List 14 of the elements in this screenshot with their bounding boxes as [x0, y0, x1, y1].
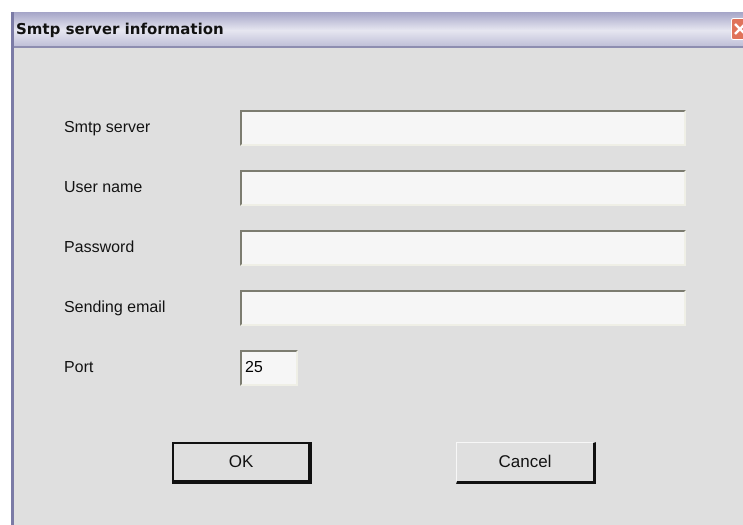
window-title: Smtp server information	[15, 20, 224, 38]
field-label: Sending email	[64, 299, 166, 317]
field-label: User name	[64, 179, 144, 197]
input-field[interactable]	[240, 170, 686, 206]
dialog-button[interactable]: OK	[172, 442, 312, 484]
input-field[interactable]	[240, 110, 686, 146]
input-field[interactable]	[240, 230, 686, 266]
input-field[interactable]	[240, 290, 686, 326]
field-label: Smtp server	[64, 119, 152, 137]
close-icon[interactable]	[731, 18, 743, 40]
field-label: Port	[64, 359, 94, 377]
field-label: Password	[64, 239, 136, 257]
dialog-button[interactable]: Cancel	[456, 442, 596, 484]
input-field[interactable]: 25	[240, 350, 298, 386]
